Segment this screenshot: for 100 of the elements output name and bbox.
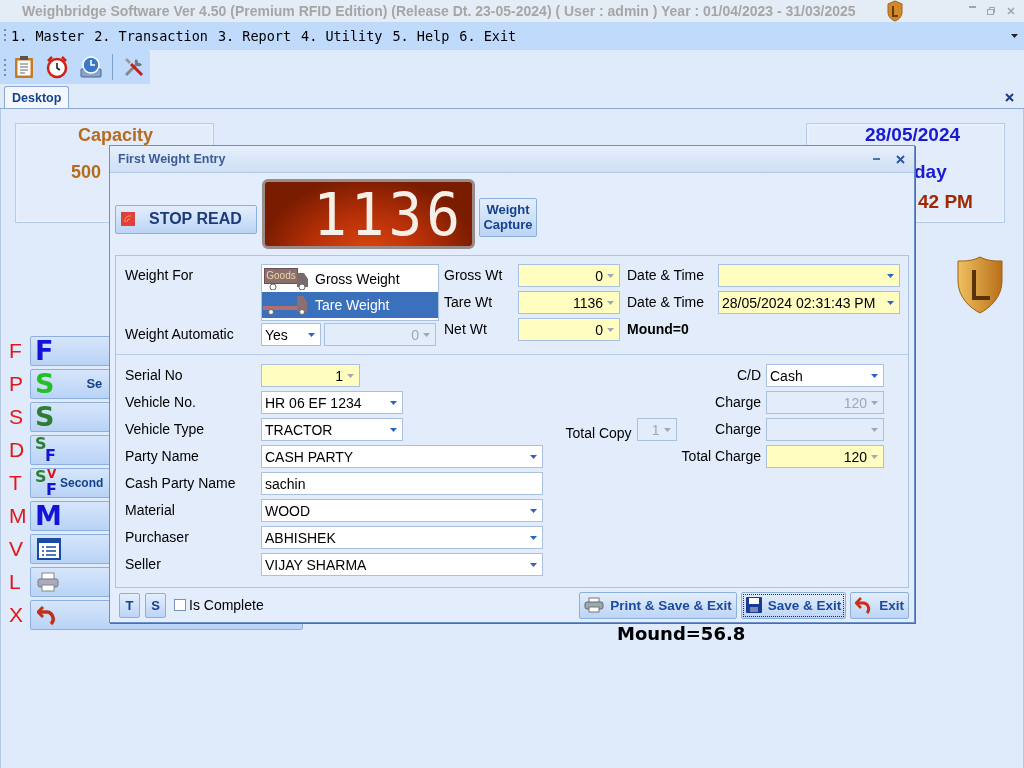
text-field[interactable]: sachin — [261, 472, 543, 495]
badge-letter: F — [46, 481, 57, 498]
dropdown-field[interactable]: VIJAY SHARMA — [261, 553, 543, 576]
field-label: Net Wt — [444, 320, 488, 339]
time-text: 42 PM — [917, 191, 974, 213]
dropdown-arrow-icon — [423, 332, 430, 337]
close-icon — [1006, 6, 1016, 16]
grip-icon — [4, 28, 7, 44]
badge-letter: F — [35, 337, 54, 364]
dropdown-arrow-icon — [347, 373, 354, 378]
dropdown-field[interactable]: HR 06 EF 1234 — [261, 391, 403, 414]
badge-letter: S — [35, 435, 47, 452]
dropdown-field[interactable]: 28/05/2024 02:31:43 PM — [718, 291, 900, 314]
close-icon — [1005, 93, 1014, 102]
menu-item[interactable]: 2. Transaction — [88, 28, 212, 44]
tools-icon — [122, 55, 146, 79]
action-button[interactable]: Exit — [850, 591, 909, 619]
dropdown-arrow-icon — [530, 508, 537, 513]
dropdown-field[interactable] — [718, 264, 900, 287]
restore-icon — [986, 6, 996, 16]
menu-item[interactable]: 5. Help — [386, 28, 454, 44]
mound-text: Mound=0 — [627, 320, 690, 339]
action-button[interactable]: Print & Save & Exit — [579, 591, 737, 619]
menu-item[interactable]: 3. Report — [211, 28, 296, 44]
field-label: Serial No — [125, 366, 183, 385]
dropdown-field[interactable]: 1136 — [518, 291, 620, 314]
printer-icon — [584, 597, 605, 613]
dropdown-arrow-icon — [390, 400, 397, 405]
alarm-clock-icon — [45, 55, 69, 79]
dropdown-field[interactable]: 120 — [766, 445, 884, 468]
field-label: Date & Time — [627, 293, 706, 312]
rfid-icon — [121, 212, 135, 226]
dropdown-arrow-icon — [607, 327, 614, 332]
list-item[interactable]: Tare Weight — [262, 292, 438, 318]
window-title: Weighbridge Software Ver 4.50 (Premium RFID Edition) (Release Dt. 23-05-2024) ( User : admin ) Year : 01/04/2023 - 31/03/2025 — [22, 3, 856, 19]
badge-letter: S — [35, 468, 47, 485]
capacity-title: Capacity — [78, 126, 154, 144]
field-label: Tare Wt — [444, 293, 494, 312]
field-label: Charge — [714, 420, 761, 439]
grip-icon — [4, 57, 7, 77]
dropdown-arrow-icon — [530, 562, 537, 567]
menu-item[interactable]: 4. Utility — [295, 28, 387, 44]
field-label: Party Name — [125, 447, 199, 466]
dropdown-arrow-icon — [390, 427, 397, 432]
shortcut-key: T — [9, 472, 30, 493]
undo-arrow-icon — [37, 603, 57, 626]
field-label: Cash Party Name — [125, 474, 236, 493]
close-icon — [896, 154, 905, 164]
shortcut-key: D — [9, 439, 30, 460]
field-label: Charge — [714, 393, 761, 412]
dropdown-field[interactable]: CASH PARTY — [261, 445, 543, 468]
badge-letter: V — [47, 467, 57, 480]
checkbox[interactable] — [174, 599, 186, 611]
dropdown-arrow-icon — [530, 535, 537, 540]
dropdown-arrow-icon — [607, 300, 614, 305]
history-disk-icon — [79, 55, 103, 79]
shortcut-key: M — [9, 505, 30, 526]
menu-item[interactable]: 1. Master — [7, 28, 89, 44]
weight-capture-button[interactable]: Weight Capture — [479, 197, 537, 237]
dropdown-arrow-icon — [871, 400, 878, 405]
badge-letter: S — [35, 403, 55, 430]
dropdown-field[interactable]: Yes — [261, 323, 321, 346]
action-button[interactable]: Save & Exit — [740, 591, 847, 619]
list-item[interactable]: Goods Gross Weight — [262, 266, 438, 292]
list-icon — [37, 537, 61, 560]
dropdown-field[interactable]: ABHISHEK — [261, 526, 543, 549]
field-label: Gross Wt — [444, 266, 504, 285]
dropdown-field[interactable]: WOOD — [261, 499, 543, 522]
badge-letter: S — [35, 370, 55, 397]
field-label: C/D — [735, 366, 761, 385]
clipboard-icon — [13, 55, 35, 79]
stop-read-button[interactable]: STOP READ — [115, 204, 257, 234]
shortcut-key: S — [9, 406, 30, 427]
field-label: Material — [125, 501, 175, 520]
dropdown-arrow-icon — [871, 427, 878, 432]
field-label: Vehicle Type — [125, 420, 205, 439]
small-button[interactable]: T — [119, 592, 140, 618]
dropdown-field[interactable]: 0 — [518, 264, 620, 287]
shortcut-key: V — [9, 538, 30, 559]
shortcut-key: P — [9, 373, 30, 394]
field-label: Weight For — [125, 266, 195, 285]
badge-letter: F — [45, 447, 56, 464]
shortcut-key: F — [9, 340, 30, 361]
capacity-value: 500 — [71, 162, 102, 183]
field-label: Total Charge — [681, 447, 761, 466]
small-button[interactable]: S — [145, 592, 166, 618]
checkbox-label: Is Complete — [189, 597, 264, 613]
field-label: Vehicle No. — [125, 393, 196, 412]
weight-display: 1136 — [262, 179, 475, 249]
dropdown-field[interactable]: 1 — [261, 364, 360, 387]
dropdown-field[interactable]: TRACTOR — [261, 418, 403, 441]
tab[interactable]: Desktop — [4, 86, 70, 108]
dropdown-arrow-icon — [308, 332, 315, 337]
menu-item[interactable]: 6. Exit — [453, 28, 521, 44]
dropdown-arrow-icon — [871, 454, 878, 459]
minimize-icon — [969, 6, 976, 8]
dropdown-arrow-icon — [663, 427, 671, 432]
dropdown-field[interactable]: 0 — [518, 318, 620, 341]
shortcut-key: X — [9, 604, 30, 625]
dropdown-field[interactable]: Cash — [766, 364, 884, 387]
